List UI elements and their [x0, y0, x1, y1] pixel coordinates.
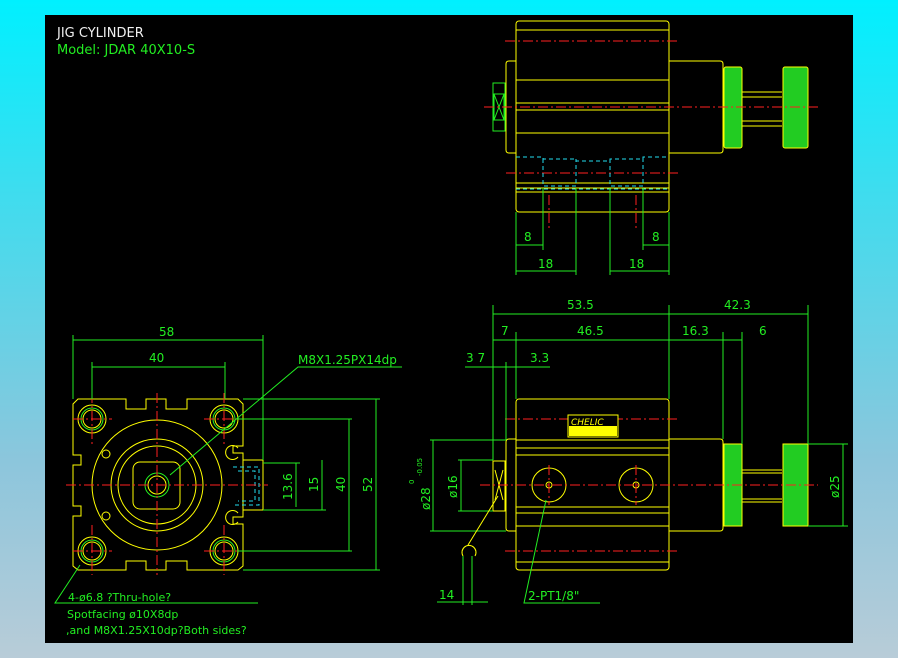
dim-8-left: 8 — [524, 230, 532, 244]
thread-note: M8X1.25PX14dp — [298, 353, 397, 367]
dim-18-right: 18 — [629, 257, 644, 271]
dim-16-3: 16.3 — [682, 324, 709, 338]
brand-label: CHELIC — [571, 418, 604, 428]
dim-40-horizontal: 40 — [149, 351, 164, 365]
dim-3-3: 3.3 — [530, 351, 549, 365]
hole-note-line-2: Spotfacing ø10X8dp — [67, 608, 178, 621]
dim-15: 15 — [307, 477, 321, 492]
dim-8-right: 8 — [652, 230, 660, 244]
hole-note-line-1: 4-ø6.8 ?Thru-hole? — [68, 591, 171, 604]
dim-42-3: 42.3 — [724, 298, 751, 312]
dim-7: 7 — [501, 324, 509, 338]
port-note: 2-PT1/8" — [528, 589, 579, 603]
dim-d28: ø28 — [419, 487, 433, 510]
drawing: JIG CYLINDER Model: JDAR 40X10-S 8 18 8 … — [54, 20, 848, 637]
dim-d28-tol-upper: 0 — [408, 480, 416, 484]
dim-d25: ø25 — [828, 475, 842, 498]
dim-6: 6 — [759, 324, 767, 338]
dim-58: 58 — [159, 325, 174, 339]
dim-3-7: 3 7 — [466, 351, 485, 365]
wrench-icon — [461, 544, 477, 557]
front-view: CHELIC 53.5 42.3 7 46.5 16.3 6 3 7 3.3 ø… — [408, 298, 848, 605]
top-view: 8 18 8 18 — [484, 20, 820, 275]
hole-note-line-3: ,and M8X1.25X10dp?Both sides? — [66, 624, 247, 637]
dim-52: 52 — [361, 477, 375, 492]
drawing-title: JIG CYLINDER — [56, 26, 144, 41]
dim-40-vertical: 40 — [334, 477, 348, 492]
model-label: Model: JDAR 40X10-S — [57, 43, 195, 58]
side-view: 58 40 13.6 15 40 52 M8X1.25PX14dp 4-ø6.8… — [54, 325, 402, 637]
dim-14: 14 — [439, 588, 454, 602]
dim-18-left: 18 — [538, 257, 553, 271]
dim-d28-tol-lower: -0.05 — [416, 458, 424, 476]
dim-d16: ø16 — [446, 475, 460, 498]
cad-drawing-canvas: JIG CYLINDER Model: JDAR 40X10-S 8 18 8 … — [45, 15, 853, 643]
dim-53-5: 53.5 — [567, 298, 594, 312]
dim-13-6: 13.6 — [281, 473, 295, 500]
dim-46-5: 46.5 — [577, 324, 604, 338]
